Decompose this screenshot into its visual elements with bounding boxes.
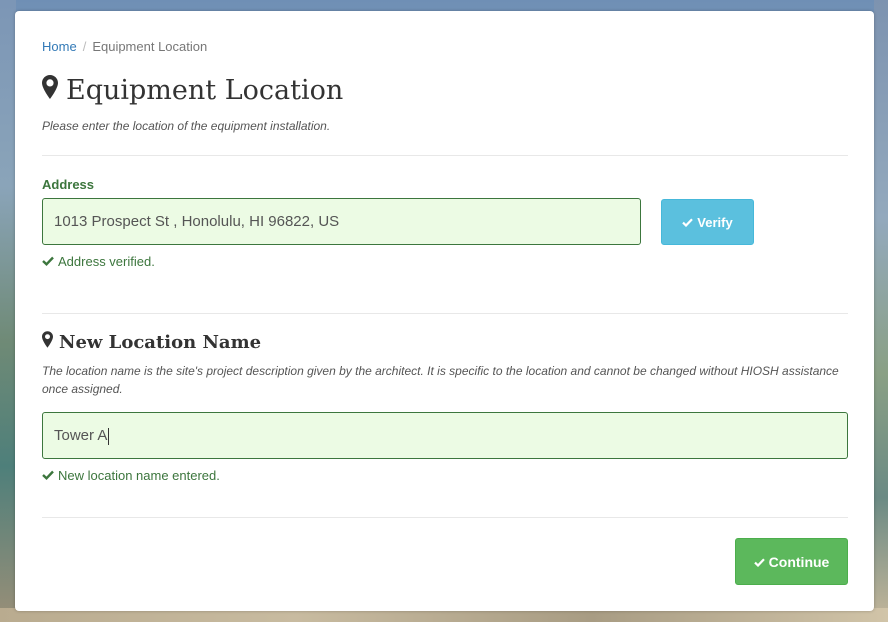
background-right [874,0,888,622]
background-left [0,0,16,622]
page-title-text: Equipment Location [66,75,344,106]
verify-button[interactable]: Verify [661,199,754,245]
divider [42,517,848,518]
check-icon [42,468,54,483]
check-icon [42,254,54,269]
divider [42,313,848,314]
location-name-status-text: New location name entered. [58,468,220,483]
address-input-value: 1013 Prospect St , Honolulu, HI 96822, U… [54,213,340,230]
location-name-input[interactable]: Tower A [42,412,848,459]
location-name-status: New location name entered. [42,468,220,483]
breadcrumb-current: Equipment Location [92,39,208,54]
location-name-heading: New Location Name [42,331,261,353]
equipment-location-card: Home / Equipment Location Equipment Locati… [15,11,874,611]
map-marker-icon [42,331,53,353]
check-icon [753,554,765,570]
page-title: Equipment Location [42,75,343,106]
continue-button-label: Continue [768,553,830,570]
page-subtitle: Please enter the location of the equipme… [42,119,331,133]
address-label: Address [42,177,95,192]
address-input[interactable]: 1013 Prospect St , Honolulu, HI 96822, U… [42,198,641,245]
address-status: Address verified. [42,254,155,269]
continue-button[interactable]: Continue [735,538,848,585]
address-status-text: Address verified. [58,254,155,269]
location-name-input-value: Tower A [54,427,108,444]
breadcrumb-home-link[interactable]: Home [42,39,77,54]
verify-button-label: Verify [697,214,733,230]
location-name-description: The location name is the site's project … [42,364,839,396]
check-icon [682,215,694,230]
divider [42,155,848,156]
location-name-heading-text: New Location Name [59,331,262,353]
breadcrumb-separator: / [82,39,87,54]
breadcrumb: Home / Equipment Location [42,39,207,54]
map-marker-icon [42,75,58,106]
text-cursor [108,427,110,445]
